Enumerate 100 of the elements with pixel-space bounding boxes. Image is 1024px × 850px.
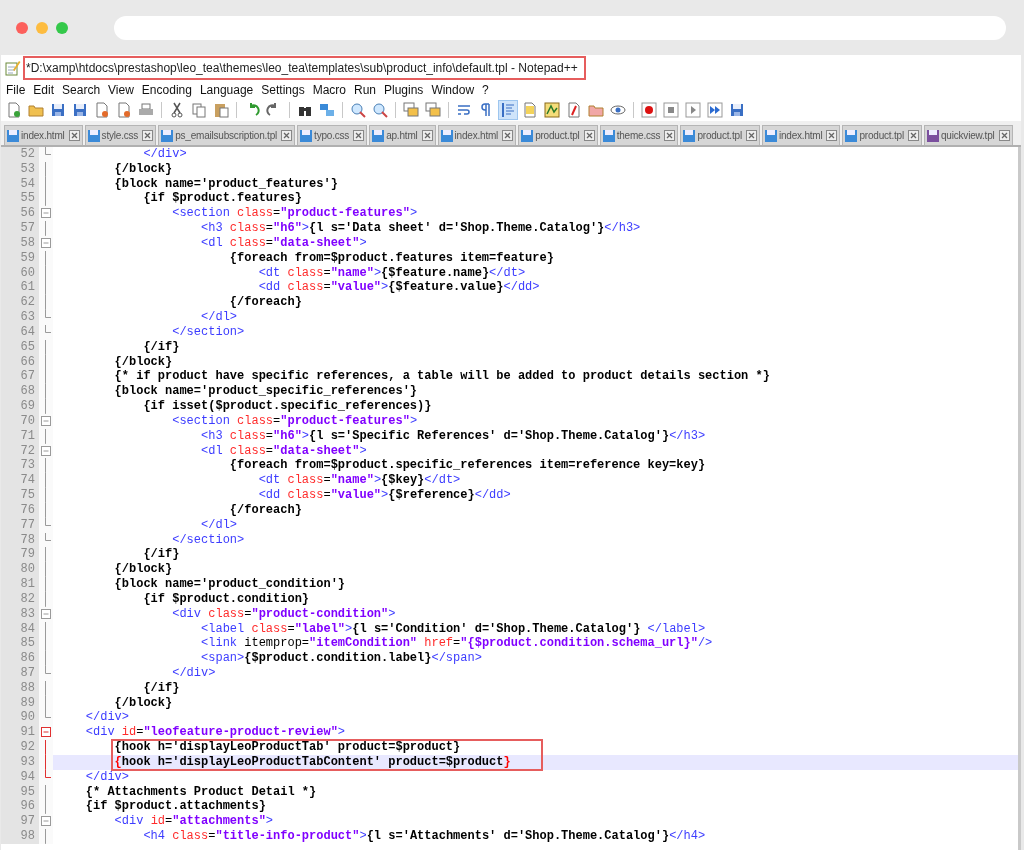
files-x-icon: [116, 102, 132, 118]
menu-item[interactable]: Settings: [261, 83, 311, 97]
line-number: 56: [1, 206, 39, 222]
close-icon[interactable]: [142, 130, 154, 141]
code-line: {if $product.features}: [142, 191, 302, 207]
close-icon[interactable]: [353, 130, 365, 141]
code-line: </dl>: [200, 517, 238, 533]
file-tab[interactable]: ps_emailsubscription.tpl: [158, 125, 296, 145]
menu-item[interactable]: Search: [62, 83, 107, 97]
play-icon: [685, 102, 701, 118]
window-control-dot[interactable]: [36, 21, 48, 34]
menu-item[interactable]: Run: [354, 83, 382, 97]
fold-toggle-icon[interactable]: [41, 415, 51, 426]
line-number: 81: [1, 577, 39, 592]
function-icon: [566, 102, 582, 118]
close-icon[interactable]: [421, 130, 433, 141]
code-line: <div id="attachments">: [113, 814, 274, 830]
code-line: <section class="product-features">: [171, 206, 418, 222]
wrap-icon: [456, 102, 472, 118]
sync-vertical-icon: [403, 102, 419, 118]
menu-item[interactable]: ?: [482, 83, 495, 97]
folder-icon: [28, 102, 44, 118]
file-tab[interactable]: quickview.tpl: [924, 125, 1013, 145]
close-icon[interactable]: [826, 130, 838, 141]
code-line: <dl class="data-sheet">: [200, 443, 367, 459]
fold-toggle-icon[interactable]: [41, 816, 51, 827]
menu-item[interactable]: View: [108, 83, 140, 97]
file-tab[interactable]: theme.css: [599, 125, 679, 145]
fold-toggle-icon[interactable]: [41, 727, 51, 738]
menu-item[interactable]: Macro: [312, 83, 352, 97]
code-line: {hook h='displayLeoProductTabContent' product=$product}: [113, 754, 511, 770]
eye-icon: [610, 102, 626, 118]
code-line: <dd class="value">{$feature.value}</dd>: [257, 280, 540, 296]
code-line: </div>: [84, 769, 129, 785]
menu-item[interactable]: Language: [199, 83, 260, 97]
clipboard-icon: [213, 102, 229, 118]
close-icon[interactable]: [502, 130, 514, 141]
code-line: </section>: [171, 324, 245, 340]
file-tab[interactable]: product.tpl: [680, 125, 760, 145]
menu-item[interactable]: Window: [431, 83, 481, 97]
code-line: <label class="label">{l s='Condition' d='Shop.Theme.Catalog'} </label>: [200, 621, 706, 637]
menu-item[interactable]: Encoding: [141, 83, 198, 97]
zoom-out-icon: [372, 102, 388, 118]
code-line: <h3 class="h6">{l s='Data sheet' d='Shop.Theme.Catalog'}</h3>: [200, 221, 641, 236]
fold-toggle-icon[interactable]: [41, 208, 51, 219]
fold-toggle-icon[interactable]: [41, 237, 51, 248]
menu-item[interactable]: Plugins: [384, 83, 430, 97]
menu-item[interactable]: File: [6, 83, 32, 97]
close-icon[interactable]: [908, 130, 919, 141]
file-tab[interactable]: product.tpl: [518, 125, 598, 145]
fold-toggle-icon[interactable]: [41, 608, 51, 619]
save-macro-icon: [729, 102, 745, 118]
code-line: {/block}: [113, 562, 173, 577]
code-line: <section class="product-features">: [171, 413, 418, 429]
file-tab[interactable]: typo.css: [297, 125, 368, 145]
line-number: 86: [1, 651, 39, 666]
printer-icon: [138, 102, 154, 118]
code-line: </dl>: [200, 310, 238, 325]
file-tab[interactable]: index.html: [761, 125, 841, 145]
window-control-dot[interactable]: [16, 21, 28, 34]
code-line: {if isset($product.specific_references)}: [142, 399, 432, 414]
file-tab[interactable]: ap.html: [369, 125, 436, 145]
close-icon[interactable]: [745, 130, 757, 141]
code-line: {/foreach}: [228, 502, 302, 518]
line-number: 92: [1, 740, 39, 755]
code-line: {/block}: [113, 354, 173, 370]
fold-line-icon: [45, 221, 46, 236]
close-icon[interactable]: [998, 130, 1010, 141]
line-number: 96: [1, 799, 39, 815]
line-number: 62: [1, 295, 39, 311]
code-line: <dt class="name">{$key}</dt>: [257, 473, 461, 489]
code-line: {foreach from=$product.features item=feature}: [228, 250, 554, 266]
file-tab[interactable]: index.html: [4, 125, 83, 145]
code-line: {block name='product_specific_references'}: [113, 384, 418, 400]
file-tab[interactable]: product.tpl: [842, 125, 922, 145]
code-line: </div>: [84, 710, 129, 726]
close-icon[interactable]: [583, 130, 595, 141]
code-line: </section>: [171, 532, 245, 548]
close-icon[interactable]: [281, 130, 293, 141]
file-tab[interactable]: style.css: [84, 125, 157, 145]
code-line: {/if}: [142, 547, 180, 563]
line-number: 57: [1, 221, 39, 236]
fold-toggle-icon[interactable]: [41, 445, 51, 456]
code-line: <div id="leofeature-product-review">: [84, 725, 346, 741]
floppy-icon: [50, 102, 66, 118]
line-number: 90: [1, 710, 39, 726]
menu-item[interactable]: Edit: [33, 83, 61, 97]
line-number: 63: [1, 310, 39, 325]
close-icon[interactable]: [68, 130, 80, 141]
window-control-dot[interactable]: [56, 21, 68, 34]
line-number: 55: [1, 191, 39, 207]
close-icon[interactable]: [664, 130, 676, 141]
code-line: <link itemprop="itemCondition" href="{$product.condition.schema_url}"/>: [200, 636, 713, 652]
code-line: {/block}: [113, 161, 173, 177]
file-tab[interactable]: index.html: [437, 125, 517, 145]
indent-guide-icon: [500, 102, 516, 118]
window-title: *D:\xamp\htdocs\prestashop\leo_tea\themes\leo_tea\templates\sub\product_info\default.tpl - Notepad++: [23, 56, 586, 80]
copy-icon: [191, 102, 207, 118]
line-number: 67: [1, 369, 39, 385]
line-number: 69: [1, 399, 39, 414]
